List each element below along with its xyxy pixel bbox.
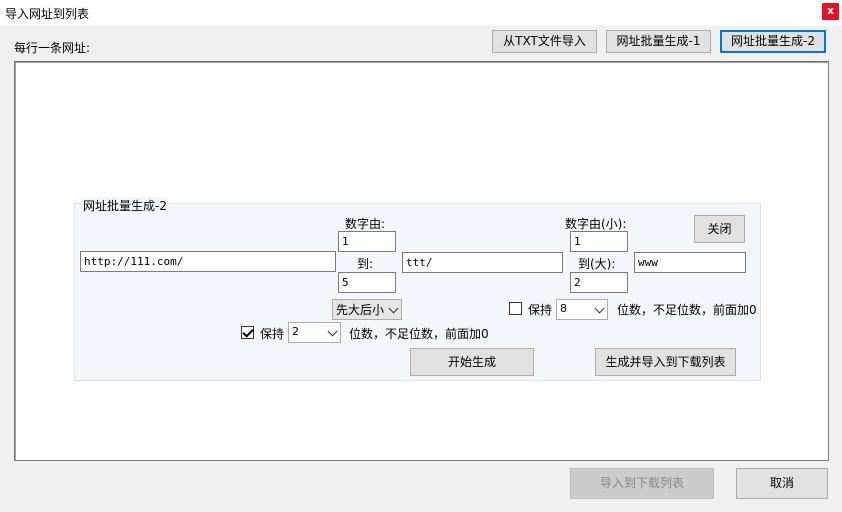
- keep-digits-label-2: 保持: [260, 327, 285, 341]
- keep-digits-suffix-2: 位数，不足位数，前面加0: [349, 327, 489, 341]
- window-title: 导入网址到列表: [5, 7, 90, 21]
- num-to-input[interactable]: 5: [338, 272, 396, 293]
- order-select[interactable]: 先大后小: [332, 299, 402, 320]
- start-generate-button[interactable]: 开始生成: [410, 348, 534, 376]
- order-select-value: 先大后小: [336, 303, 385, 317]
- keep-digits-select-2[interactable]: 2: [288, 322, 341, 343]
- keep-digits-checkbox-2[interactable]: [241, 326, 254, 339]
- keep-digits-value-2: 2: [292, 325, 299, 338]
- chevron-down-icon: [327, 326, 338, 337]
- keep-digits-suffix-1: 位数，不足位数，前面加0: [617, 303, 757, 317]
- import-txt-button[interactable]: 从TXT文件导入: [492, 30, 597, 53]
- to-big-label: 到(大):: [578, 257, 616, 271]
- num-from-label: 数字由:: [345, 217, 386, 231]
- num-from-input[interactable]: 1: [338, 231, 396, 252]
- to-label: 到:: [357, 257, 374, 271]
- keep-digits-checkbox-1[interactable]: [509, 302, 522, 315]
- close-icon[interactable]: x: [822, 3, 839, 20]
- panel-title: 网址批量生成-2: [81, 197, 169, 214]
- keep-digits-label-1: 保持: [528, 303, 553, 317]
- num-to-big-input[interactable]: 2: [570, 272, 628, 293]
- url-prefix-input[interactable]: http://111.com/: [80, 251, 336, 272]
- url-list-label: 每行一条网址:: [14, 41, 91, 55]
- chevron-down-icon: [594, 303, 605, 314]
- url-suffix-input[interactable]: www: [634, 252, 746, 273]
- title-bar: [0, 0, 842, 26]
- num-from-small-input[interactable]: 1: [570, 231, 628, 252]
- import-to-download-list-button[interactable]: 导入到下载列表: [570, 468, 714, 499]
- num-from-small-label: 数字由(小):: [565, 217, 627, 231]
- cancel-button[interactable]: 取消: [736, 468, 828, 499]
- checkmark-icon: [242, 326, 254, 338]
- keep-digits-select-1[interactable]: 8: [556, 299, 608, 320]
- batch-generate-2-button[interactable]: 网址批量生成-2: [720, 30, 826, 53]
- generate-import-button[interactable]: 生成并导入到下载列表: [595, 348, 736, 376]
- keep-digits-value-1: 8: [560, 302, 567, 315]
- panel-close-button[interactable]: 关闭: [694, 215, 745, 243]
- chevron-down-icon: [388, 303, 399, 314]
- url-middle-input[interactable]: ttt/: [402, 252, 563, 273]
- batch-generate-1-button[interactable]: 网址批量生成-1: [606, 30, 711, 53]
